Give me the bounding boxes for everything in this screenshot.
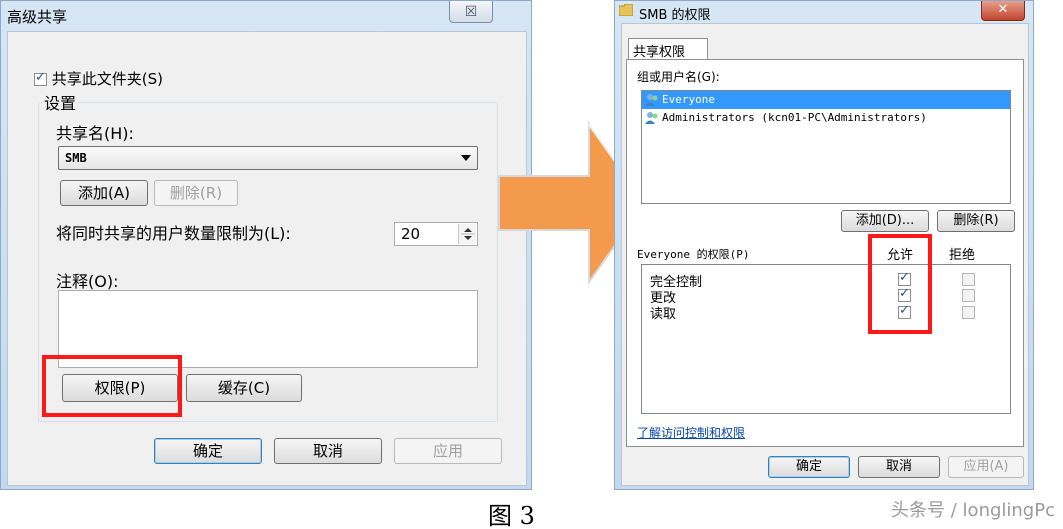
share-name-select[interactable]: SMB <box>58 146 478 170</box>
cancel-button[interactable]: 取消 <box>858 456 940 478</box>
table-row: 读取 <box>650 303 676 322</box>
tab-share-permissions[interactable]: 共享权限 <box>628 38 708 60</box>
user-limit-value: 20 <box>401 225 421 243</box>
user-limit-label: 将同时共享的用户数量限制为(L): <box>56 224 291 243</box>
permissions-header-label: Everyone 的权限(P) <box>637 248 750 261</box>
list-item[interactable]: Administrators (kcn01-PC\Administrators) <box>642 109 1010 127</box>
spin-up-down-icon <box>461 228 475 240</box>
dialog-body: 共享此文件夹(S) 设置 共享名(H): SMB 添加(A) 删除(R) 将同时… <box>7 31 527 486</box>
share-folder-label: 共享此文件夹(S) <box>51 70 164 88</box>
share-folder-option[interactable]: 共享此文件夹(S) <box>34 68 163 89</box>
spin-arrows-icon[interactable] <box>458 224 476 244</box>
ok-button[interactable]: 确定 <box>154 438 262 464</box>
add-share-button[interactable]: 添加(A) <box>60 180 148 206</box>
folder-icon <box>619 4 633 16</box>
comment-label: 注释(O): <box>56 272 119 291</box>
caching-button[interactable]: 缓存(C) <box>186 374 302 402</box>
share-name-value: SMB <box>65 151 87 165</box>
smb-permissions-dialog: SMB 的权限 ✕ 共享权限 组或用户名(G): Everyone Admini… <box>614 0 1034 490</box>
close-icon: ☒ <box>464 3 478 20</box>
figure-caption: 图 3 <box>488 502 535 529</box>
ok-button[interactable]: 确定 <box>768 456 850 478</box>
cancel-button[interactable]: 取消 <box>274 438 382 464</box>
apply-button[interactable]: 应用(A) <box>948 456 1024 478</box>
add-user-button[interactable]: 添加(D)... <box>841 210 929 232</box>
remove-share-button[interactable]: 删除(R) <box>154 180 238 206</box>
close-button[interactable]: ✕ <box>981 1 1025 21</box>
user-name: Administrators (kcn01-PC\Administrators) <box>662 111 927 124</box>
allow-column-highlight-box <box>868 234 932 334</box>
share-permissions-panel: 组或用户名(G): Everyone Administrators (kcn01… <box>626 59 1024 447</box>
share-name-label: 共享名(H): <box>56 124 134 143</box>
deny-change-checkbox[interactable] <box>962 289 975 302</box>
watermark: 头条号 / longlingPc <box>891 500 1055 521</box>
close-icon: ✕ <box>997 2 1009 17</box>
user-limit-spinner[interactable]: 20 <box>394 222 478 246</box>
learn-access-control-link[interactable]: 了解访问控制和权限 <box>637 424 745 441</box>
permission-name: 读取 <box>650 307 677 322</box>
dialog-body: 共享权限 组或用户名(G): Everyone Administrators (… <box>621 23 1029 486</box>
list-item[interactable]: Everyone <box>642 91 1010 109</box>
remove-user-button[interactable]: 删除(R) <box>937 210 1015 232</box>
settings-legend: 设置 <box>42 90 79 114</box>
permissions-table: 完全控制 更改 读取 <box>641 264 1011 414</box>
deny-full-control-checkbox[interactable] <box>962 273 975 286</box>
groups-label: 组或用户名(G): <box>637 70 720 84</box>
chevron-down-icon <box>461 155 471 161</box>
dialog-title: SMB 的权限 <box>639 8 711 23</box>
users-icon <box>645 112 658 124</box>
users-listbox[interactable]: Everyone Administrators (kcn01-PC\Admini… <box>641 90 1011 204</box>
title-bar[interactable]: 高级共享 ☒ <box>1 1 531 31</box>
dialog-title: 高级共享 <box>7 8 68 26</box>
user-name: Everyone <box>662 93 715 106</box>
apply-button[interactable]: 应用 <box>394 438 502 464</box>
deny-read-checkbox[interactable] <box>962 306 975 319</box>
users-icon <box>645 94 658 106</box>
share-folder-checkbox[interactable] <box>34 70 47 86</box>
permissions-highlight-box <box>42 355 182 417</box>
deny-column-header: 拒绝 <box>949 248 976 263</box>
close-button[interactable]: ☒ <box>449 1 493 23</box>
